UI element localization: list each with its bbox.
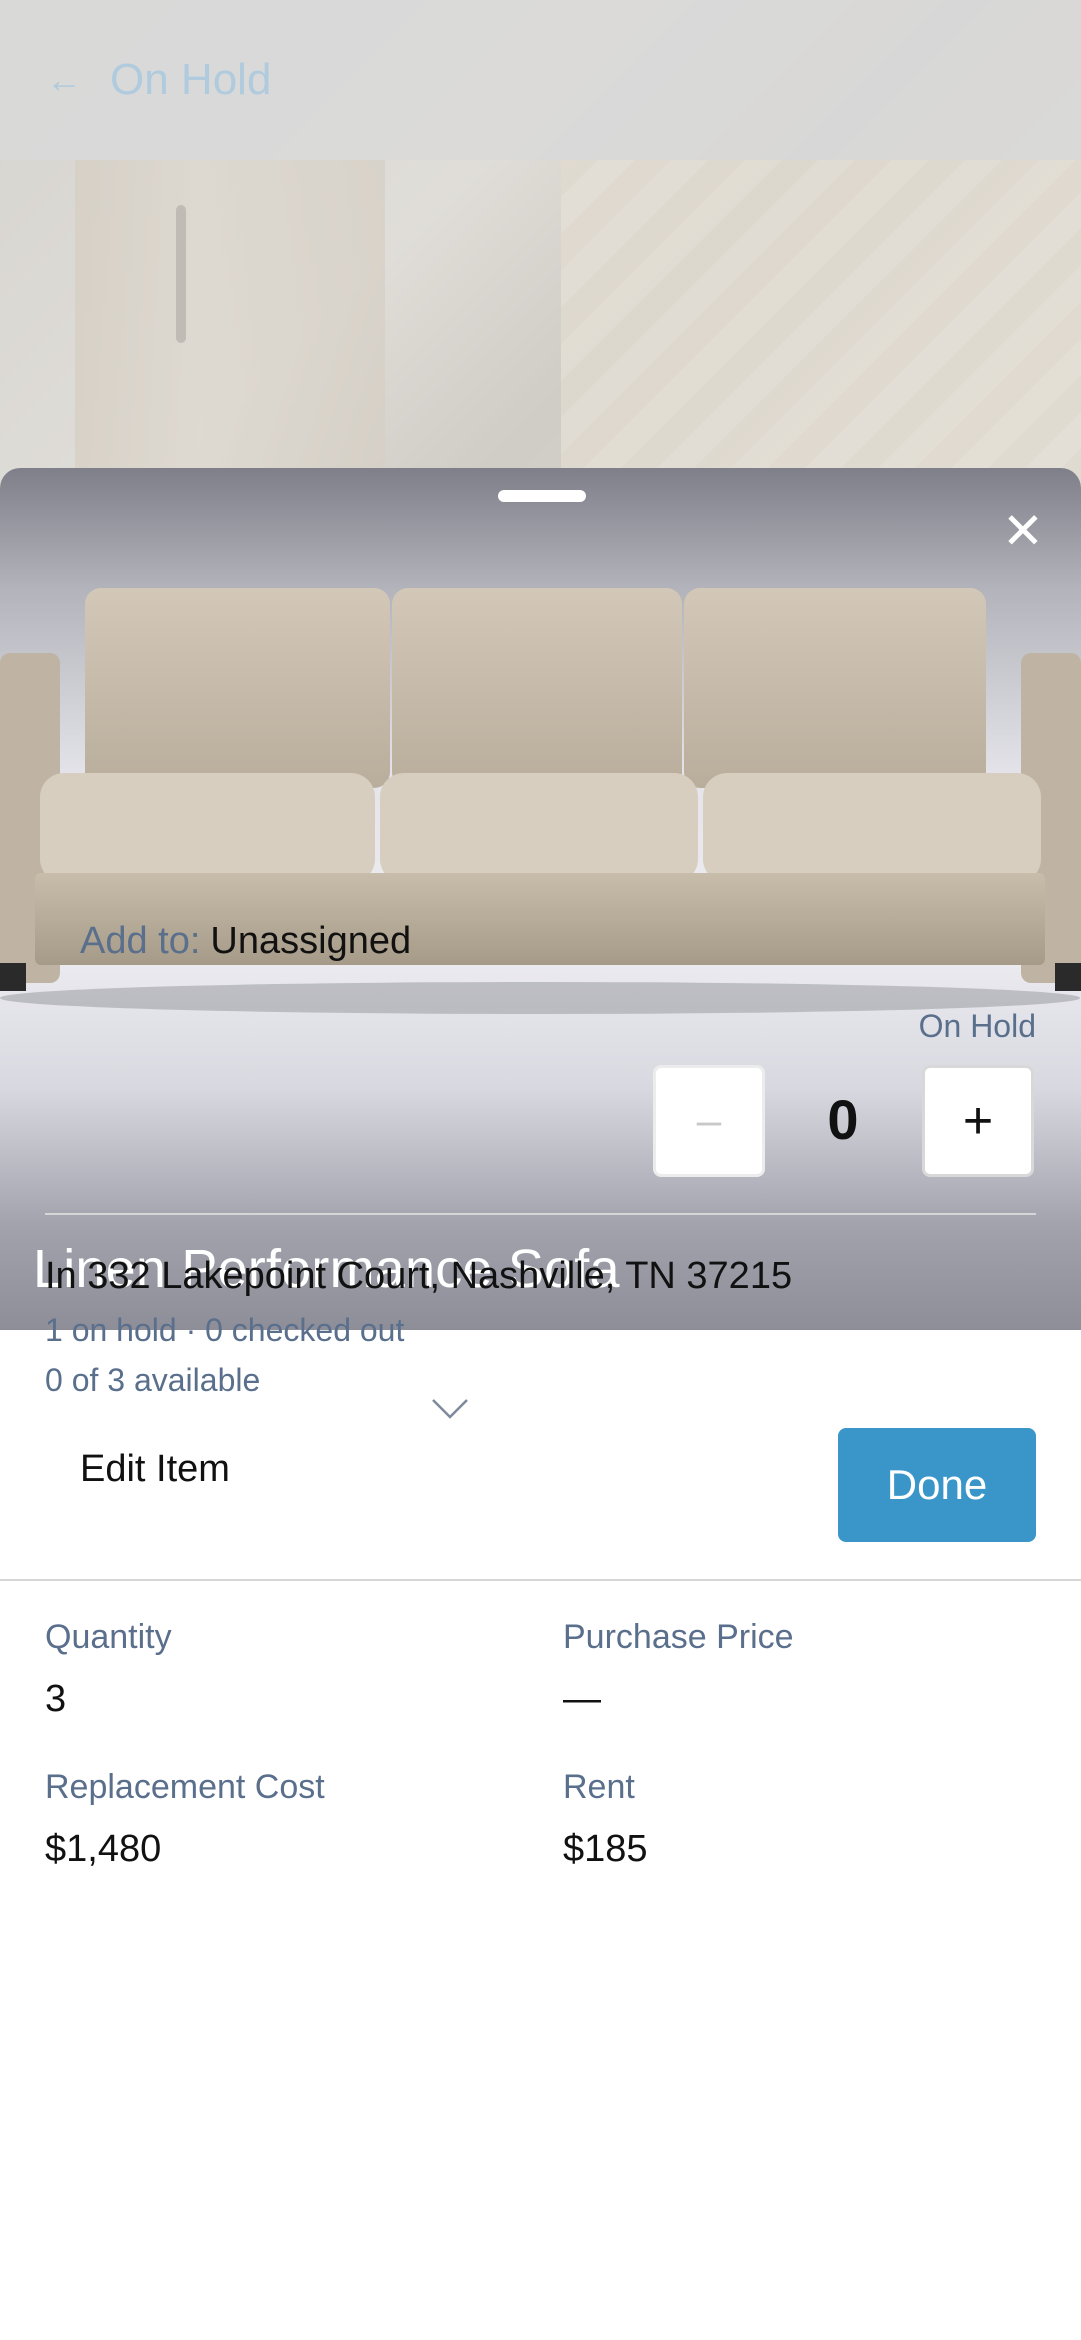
replacement-cost-value: $1,480: [45, 1828, 162, 1870]
add-to-label: Add to:: [80, 920, 201, 962]
background-page: ← On Hold: [0, 0, 1081, 520]
replacement-cost-label: Replacement Cost: [45, 1768, 325, 1806]
minus-icon: –: [696, 1096, 722, 1145]
on-hold-label: On Hold: [918, 1008, 1036, 1044]
hold-quantity-value: 0: [827, 1088, 859, 1151]
drag-handle[interactable]: [498, 490, 586, 502]
increment-button[interactable]: +: [922, 1065, 1034, 1177]
product-image: ✕ Linen Performance Sofa: [0, 468, 1081, 1330]
modal-scrim[interactable]: [0, 0, 1081, 520]
item-sheet: ✕ Linen Performance Sofa Add to: Unassign…: [0, 468, 1081, 2340]
decrement-button[interactable]: –: [653, 1065, 765, 1177]
add-to-value: Unassigned: [210, 920, 412, 962]
availability-line: 0 of 3 available: [45, 1362, 261, 1398]
hold-status-line: 1 on hold · 0 checked out: [45, 1312, 405, 1348]
done-button[interactable]: Done: [838, 1428, 1036, 1542]
add-to-selector[interactable]: Add to: Unassigned: [80, 920, 411, 963]
rent-label: Rent: [563, 1768, 635, 1806]
purchase-price-label: Purchase Price: [563, 1618, 794, 1656]
chevron-down-icon[interactable]: [431, 1398, 469, 1420]
rent-value: $185: [563, 1828, 648, 1870]
edit-item-button[interactable]: Edit Item: [80, 1448, 230, 1491]
quantity-label: Quantity: [45, 1618, 172, 1656]
divider: [0, 1579, 1081, 1581]
purchase-price-value: —: [563, 1678, 601, 1720]
quantity-value: 3: [45, 1678, 67, 1720]
divider: [45, 1213, 1036, 1215]
plus-icon: +: [962, 1092, 994, 1150]
location-address: In 332 Lakepoint Court, Nashville, TN 37…: [45, 1255, 793, 1297]
close-icon[interactable]: ✕: [1000, 506, 1046, 556]
